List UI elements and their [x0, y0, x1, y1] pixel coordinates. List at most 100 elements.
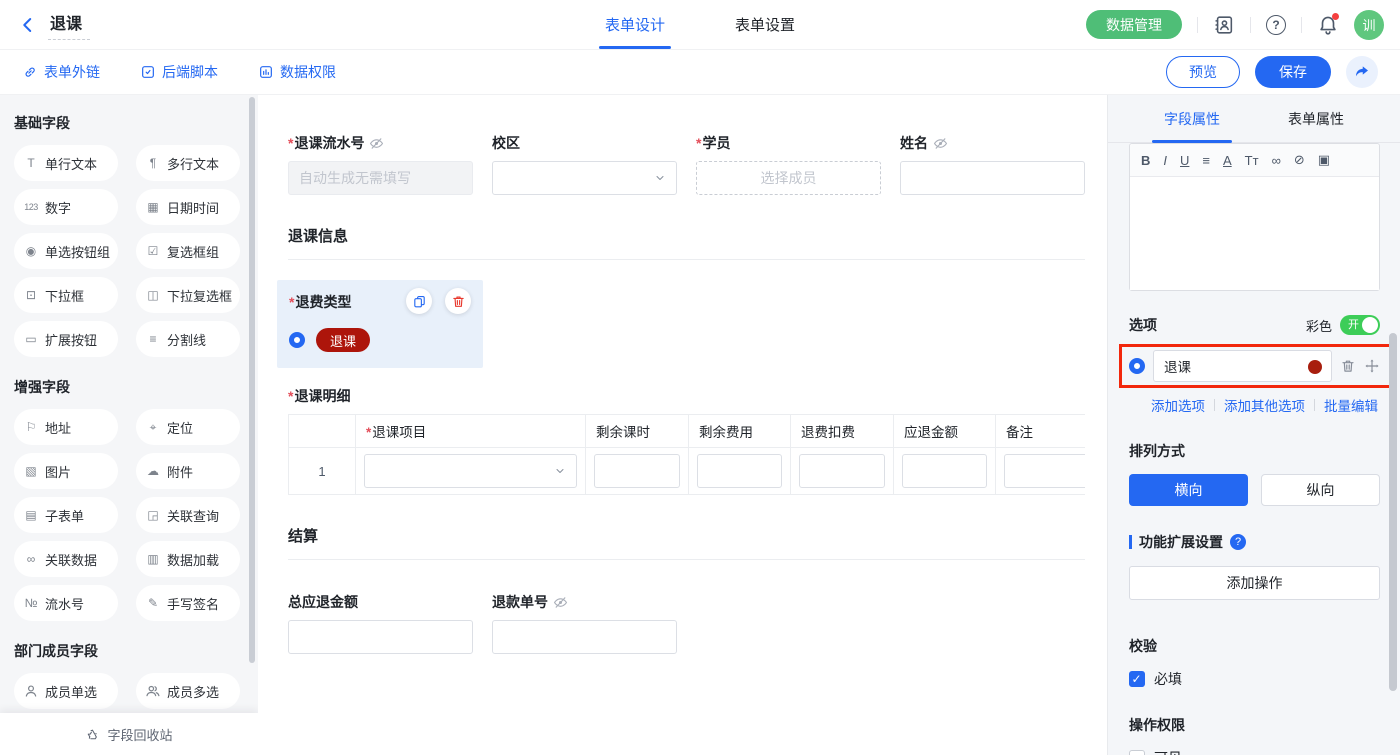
field-refund-detail-subform[interactable]: 退课明细 退课项目 剩余课时 剩余费用 退费扣费 应退金额 备注 1 [288, 386, 1085, 495]
eye-off-icon [933, 136, 948, 151]
align-icon[interactable]: ≡ [1202, 153, 1210, 168]
field-item-multi-line-text[interactable]: ¶多行文本 [136, 145, 240, 181]
field-item-data-load[interactable]: ▥数据加载 [136, 541, 240, 577]
dropdown-icon: ⊡ [23, 288, 39, 302]
delete-option-icon[interactable] [1340, 358, 1356, 374]
option-color-dot[interactable] [1308, 360, 1322, 374]
italic-icon[interactable]: I [1163, 153, 1167, 168]
bold-icon[interactable]: B [1141, 153, 1150, 168]
field-item-linked-data[interactable]: ∞关联数据 [14, 541, 118, 577]
refund-order-input[interactable] [492, 620, 677, 654]
sidebar-scrollbar-thumb[interactable] [249, 97, 255, 663]
remaining-fee-input[interactable] [697, 454, 782, 488]
tab-form-settings[interactable]: 表单设置 [735, 0, 795, 49]
section-title-refund-info: 退课信息 [288, 225, 1085, 260]
total-refund-input[interactable] [288, 620, 473, 654]
field-campus[interactable]: 校区 [492, 133, 677, 195]
share-button[interactable] [1346, 56, 1378, 88]
field-item-image[interactable]: ▧图片 [14, 453, 118, 489]
radio-selected[interactable] [289, 332, 305, 348]
required-checkbox[interactable] [1129, 671, 1145, 687]
field-item-divider[interactable]: ≡分割线 [136, 321, 240, 357]
field-item-member-multi[interactable]: 成员多选 [136, 673, 240, 709]
external-link-action[interactable]: 表单外链 [22, 62, 100, 82]
field-item-member-single[interactable]: 成员单选 [14, 673, 118, 709]
remaining-hours-input[interactable] [594, 454, 680, 488]
add-option-link[interactable]: 添加选项 [1151, 395, 1205, 415]
add-other-option-link[interactable]: 添加其他选项 [1224, 395, 1305, 415]
help-icon[interactable]: ? [1266, 15, 1286, 35]
richtext-body[interactable] [1130, 177, 1379, 290]
trash-icon [451, 294, 466, 309]
visible-checkbox[interactable] [1129, 750, 1145, 755]
refund-amount-input[interactable] [902, 454, 987, 488]
save-button[interactable]: 保存 [1255, 56, 1331, 88]
properties-panel: 字段属性 表单属性 B I U ≡ A Tᴛ ∞ ⊘ ▣ 选项 彩色 开 [1107, 95, 1400, 755]
image-icon: ▧ [23, 464, 39, 478]
student-picker[interactable]: 选择成员 [696, 161, 881, 195]
option-radio-selected[interactable] [1129, 358, 1145, 374]
insert-image-icon[interactable]: ▣ [1318, 152, 1330, 168]
script-icon [140, 64, 156, 80]
section-title-basic-fields: 基础字段 [14, 113, 258, 133]
drag-option-icon[interactable] [1364, 358, 1380, 374]
option-label-input[interactable]: 退课 [1153, 350, 1332, 382]
field-item-checkbox-group[interactable]: ☑复选框组 [136, 233, 240, 269]
name-input[interactable] [900, 161, 1085, 195]
panel-scrollbar-thumb[interactable] [1389, 333, 1397, 691]
back-button[interactable] [16, 13, 40, 37]
field-refund-order-no[interactable]: 退款单号 [492, 592, 677, 654]
field-item-subform[interactable]: ▤子表单 [14, 497, 118, 533]
field-item-serial-number[interactable]: №流水号 [14, 585, 118, 621]
field-student[interactable]: 学员 选择成员 [696, 133, 881, 195]
help-filled-icon[interactable]: ? [1230, 534, 1246, 550]
preview-button[interactable]: 预览 [1166, 56, 1240, 88]
font-color-icon[interactable]: A [1223, 153, 1232, 168]
data-manage-button[interactable]: 数据管理 [1086, 10, 1182, 39]
subform-table: 退课项目 剩余课时 剩余费用 退费扣费 应退金额 备注 1 [288, 414, 1085, 495]
field-item-multi-dropdown[interactable]: ◫下拉复选框 [136, 277, 240, 313]
course-item-select[interactable] [364, 454, 577, 488]
field-serial-number[interactable]: 退课流水号 自动生成无需填写 [288, 133, 473, 195]
field-item-datetime[interactable]: ▦日期时间 [136, 189, 240, 225]
field-item-address[interactable]: ⚐地址 [14, 409, 118, 445]
arrange-horizontal-button[interactable]: 横向 [1129, 474, 1248, 506]
copy-field-button[interactable] [406, 288, 432, 314]
field-item-single-line-text[interactable]: T单行文本 [14, 145, 118, 181]
insert-link-icon[interactable]: ∞ [1272, 153, 1281, 168]
add-operation-button[interactable]: 添加操作 [1129, 566, 1380, 600]
selected-field-fee-type[interactable]: 退费类型 退课 [277, 280, 483, 368]
font-size-icon[interactable]: Tᴛ [1245, 153, 1259, 168]
batch-edit-link[interactable]: 批量编辑 [1324, 395, 1378, 415]
data-permission-action[interactable]: 数据权限 [258, 62, 336, 82]
tab-field-properties[interactable]: 字段属性 [1152, 95, 1232, 142]
deduction-input[interactable] [799, 454, 885, 488]
backend-script-action[interactable]: 后端脚本 [140, 62, 218, 82]
field-item-number[interactable]: 123数字 [14, 189, 118, 225]
campus-select[interactable] [492, 161, 677, 195]
field-recycle-bin[interactable]: 字段回收站 [0, 713, 258, 755]
remove-link-icon[interactable]: ⊘ [1294, 152, 1305, 168]
field-item-geolocation[interactable]: ⌖定位 [136, 409, 240, 445]
notification-bell-icon[interactable] [1317, 14, 1339, 36]
avatar[interactable]: 训 [1354, 10, 1384, 40]
contacts-icon[interactable] [1213, 14, 1235, 36]
field-item-attachment[interactable]: ☁附件 [136, 453, 240, 489]
field-total-refund[interactable]: 总应退金额 [288, 592, 473, 654]
remark-input[interactable] [1004, 454, 1085, 488]
underline-icon[interactable]: U [1180, 153, 1189, 168]
page-title[interactable]: 退课 [48, 9, 90, 40]
field-item-radio-group[interactable]: ◉单选按钮组 [14, 233, 118, 269]
field-item-linked-query[interactable]: ◲关联查询 [136, 497, 240, 533]
tab-form-design[interactable]: 表单设计 [605, 0, 665, 49]
field-item-extend-button[interactable]: ▭扩展按钮 [14, 321, 118, 357]
delete-field-button[interactable] [445, 288, 471, 314]
serial-input[interactable]: 自动生成无需填写 [288, 161, 473, 195]
field-item-dropdown[interactable]: ⊡下拉框 [14, 277, 118, 313]
section-accent-bar [1129, 535, 1132, 549]
field-item-signature[interactable]: ✎手写签名 [136, 585, 240, 621]
color-toggle[interactable]: 开 [1340, 315, 1380, 335]
field-name[interactable]: 姓名 [900, 133, 1085, 195]
arrange-vertical-button[interactable]: 纵向 [1261, 474, 1380, 506]
tab-form-properties[interactable]: 表单属性 [1276, 95, 1356, 142]
